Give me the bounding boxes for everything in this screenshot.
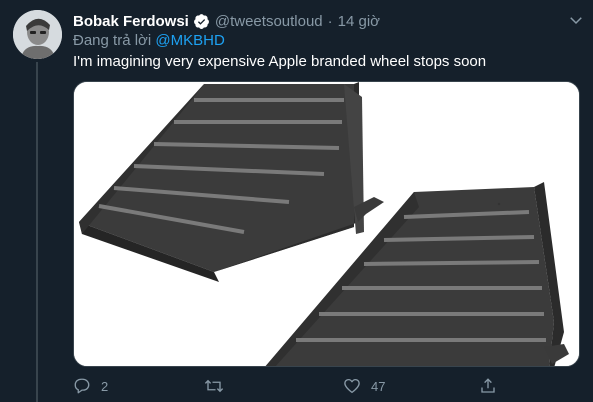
reply-count: 2 bbox=[101, 378, 109, 394]
separator-dot: · bbox=[327, 12, 333, 30]
author-handle[interactable]: @tweetsoutloud bbox=[215, 13, 323, 30]
heart-icon bbox=[344, 378, 360, 394]
tweet-actions: 2 47 bbox=[73, 374, 580, 398]
share-icon bbox=[481, 378, 495, 393]
tweet[interactable]: Bobak Ferdowsi @tweetsoutloud · 14 giờ Đ… bbox=[0, 0, 593, 402]
avatar[interactable] bbox=[13, 10, 62, 59]
avatar-portrait-icon bbox=[13, 10, 62, 59]
like-count: 47 bbox=[371, 378, 386, 394]
author-name[interactable]: Bobak Ferdowsi bbox=[73, 13, 189, 30]
share-button[interactable] bbox=[479, 374, 497, 398]
reply-button[interactable]: 2 bbox=[73, 374, 108, 398]
verified-badge-icon bbox=[193, 13, 210, 30]
tweet-header: Bobak Ferdowsi @tweetsoutloud · 14 giờ bbox=[73, 11, 380, 31]
retweet-button[interactable] bbox=[204, 374, 234, 398]
chevron-down-icon bbox=[570, 17, 582, 25]
more-options-button[interactable] bbox=[566, 10, 586, 30]
tweet-media[interactable] bbox=[73, 81, 580, 367]
retweet-icon bbox=[204, 379, 224, 393]
reply-icon bbox=[74, 378, 90, 394]
mention-link[interactable]: @MKBHD bbox=[155, 32, 224, 49]
like-button[interactable]: 47 bbox=[343, 374, 385, 398]
thread-line bbox=[36, 62, 38, 402]
wheel-chocks-photo-icon bbox=[74, 82, 579, 366]
tweet-time[interactable]: 14 giờ bbox=[338, 13, 380, 30]
replying-to: Đang trả lời @MKBHD bbox=[73, 32, 225, 49]
replying-to-label: Đang trả lời bbox=[73, 32, 156, 49]
tweet-text: I'm imagining very expensive Apple brand… bbox=[73, 53, 487, 70]
